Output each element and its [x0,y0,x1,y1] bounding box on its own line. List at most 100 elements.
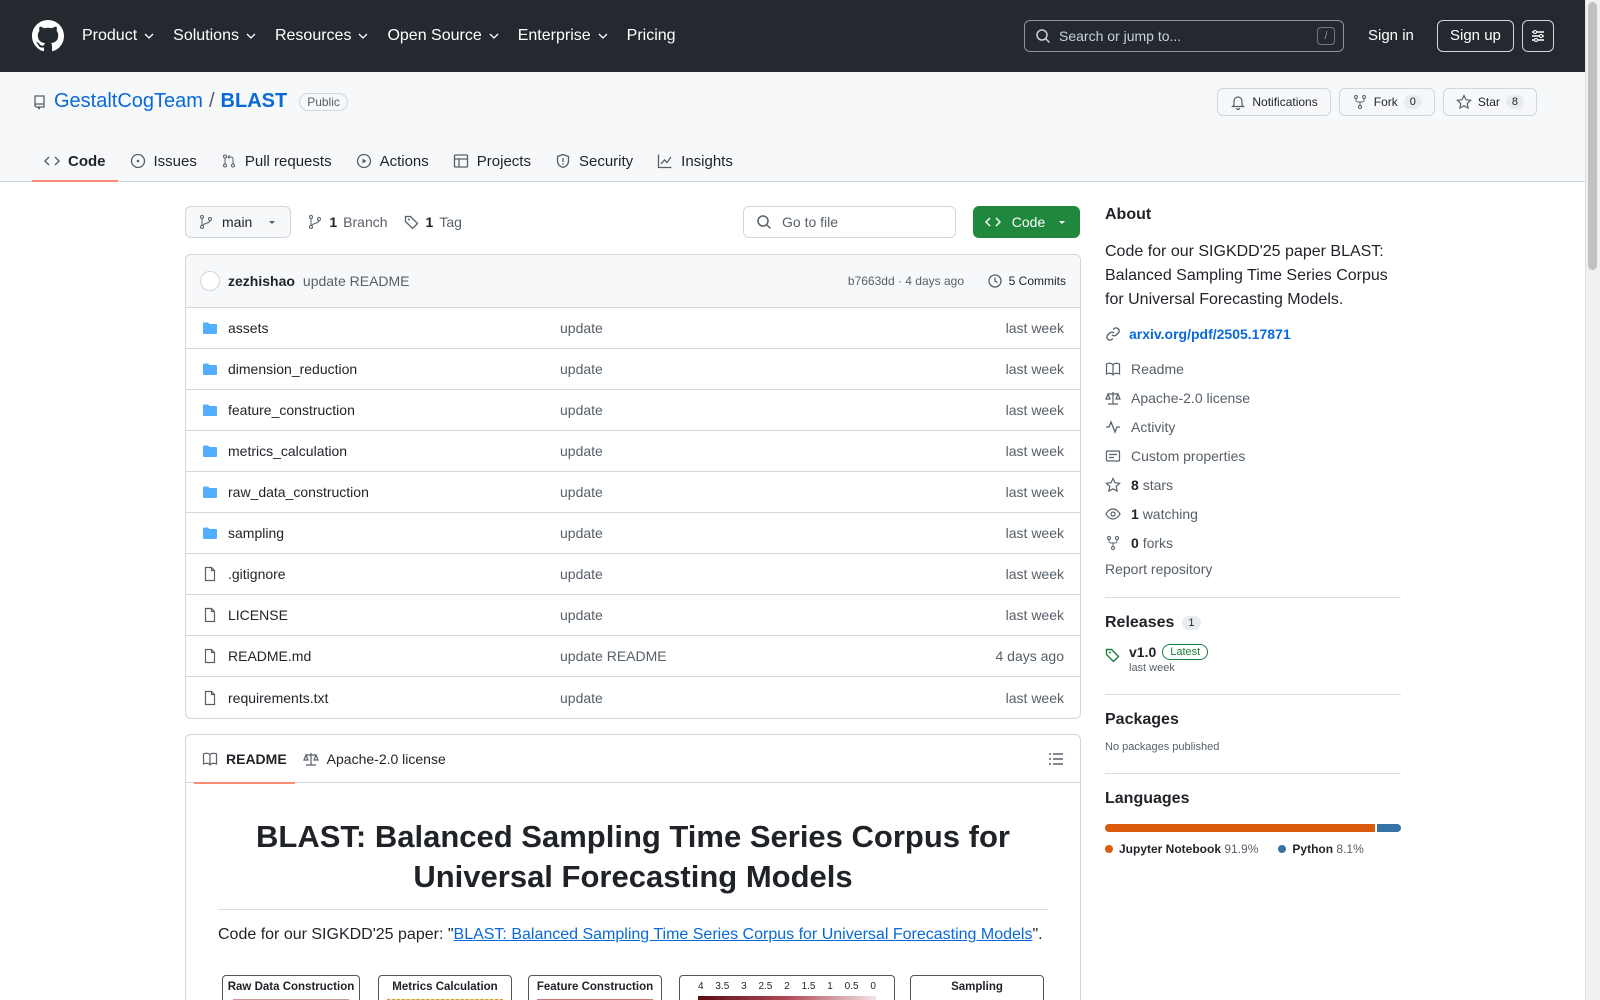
homepage-link[interactable]: arxiv.org/pdf/2505.17871 [1105,326,1401,342]
language-bar-segment[interactable] [1105,824,1376,832]
table-row[interactable]: raw_data_construction update last week [186,472,1080,513]
file-name[interactable]: raw_data_construction [228,484,369,500]
repo-name-link[interactable]: BLAST [221,90,288,113]
table-row[interactable]: sampling update last week [186,513,1080,554]
table-row[interactable]: LICENSE update last week [186,595,1080,636]
tab-security[interactable]: Security [543,140,645,182]
repo-owner-link[interactable]: GestaltCogTeam [54,90,203,113]
scrollbar-thumb[interactable] [1588,2,1597,270]
note-icon [1105,449,1121,462]
sidebar-divider [1105,773,1401,774]
file-name[interactable]: README.md [228,648,311,664]
table-row[interactable]: requirements.txt update last week [186,677,1080,718]
file-commit-message[interactable]: update [560,525,603,541]
commits-link[interactable]: 5 Commits [987,273,1066,289]
star-button[interactable]: Star 8 [1442,88,1537,116]
file-commit-message[interactable]: update [560,443,603,459]
tab-projects[interactable]: Projects [441,140,543,182]
paper-link[interactable]: BLAST: Balanced Sampling Time Series Cor… [454,926,1033,943]
folder-icon [203,527,217,539]
readme-link[interactable]: Readme [1105,354,1401,383]
watching-link[interactable]: 1 watching [1105,499,1401,528]
packages-heading[interactable]: Packages [1105,711,1401,729]
stars-link[interactable]: 8 stars [1105,470,1401,499]
page-scrollbar[interactable] [1585,0,1600,1000]
file-commit-message[interactable]: update [560,607,603,623]
table-row[interactable]: dimension_reduction update last week [186,349,1080,390]
readme-intro-suffix: ". [1032,926,1043,943]
notifications-button[interactable]: Notifications [1217,88,1331,116]
tags-link[interactable]: 1 Tag [404,214,462,230]
tab-actions[interactable]: Actions [344,140,441,182]
about-heading: About [1105,206,1152,223]
file-commit-message[interactable]: update [560,361,603,377]
fork-button[interactable]: Fork 0 [1338,88,1435,116]
scale-tick-label: 0 [870,981,876,992]
tab-readme[interactable]: README [194,735,295,784]
tab-code[interactable]: Code [32,140,118,182]
report-repository-link[interactable]: Report repository [1105,561,1401,577]
nav-open-source[interactable]: Open Source [387,27,499,45]
file-name[interactable]: assets [228,320,268,336]
language-item[interactable]: Python 8.1% [1278,842,1364,856]
avatar[interactable] [200,271,220,291]
sign-in-link[interactable]: Sign in [1368,27,1414,44]
custom-properties-label: Custom properties [1131,447,1246,464]
nav-resources[interactable]: Resources [275,27,369,45]
file-commit-message[interactable]: update [560,566,603,582]
release-item[interactable]: v1.0 Latest last week [1105,644,1401,674]
table-row[interactable]: README.md update README 4 days ago [186,636,1080,677]
tab-insights[interactable]: Insights [645,140,745,182]
stars-text: 8 stars [1131,477,1173,493]
file-commit-message[interactable]: update [560,402,603,418]
nav-product[interactable]: Product [82,27,155,45]
file-name[interactable]: metrics_calculation [228,443,347,459]
sign-up-button[interactable]: Sign up [1437,20,1514,52]
pulse-icon [1106,419,1120,434]
releases-heading[interactable]: Releases 1 [1105,614,1401,632]
license-link[interactable]: Apache-2.0 license [1105,383,1401,412]
activity-link[interactable]: Activity [1105,412,1401,441]
branch-select[interactable]: main [185,206,292,238]
list-icon[interactable] [1048,751,1064,767]
tab-pull-requests[interactable]: Pull requests [209,140,344,182]
file-commit-message[interactable]: update [560,484,603,500]
language-item[interactable]: Jupyter Notebook 91.9% [1105,842,1258,856]
file-commit-message[interactable]: update [560,690,603,706]
commit-hash-age[interactable]: b7663dd · 4 days ago [848,274,964,288]
custom-properties-link[interactable]: Custom properties [1105,441,1401,470]
forks-link[interactable]: 0 forks [1105,528,1401,557]
file-name[interactable]: LICENSE [228,607,288,623]
nav-solutions[interactable]: Solutions [173,27,257,45]
main-column: main 1 Branch 1 Tag Go to file Code zezh… [185,206,1081,1000]
github-logo-icon[interactable] [32,20,64,52]
table-row[interactable]: .gitignore update last week [186,554,1080,595]
latest-badge: Latest [1162,644,1209,660]
code-dropdown-button[interactable]: Code [973,206,1080,238]
branches-link[interactable]: 1 Branch [307,214,388,230]
menu-button[interactable] [1522,20,1554,52]
table-row[interactable]: feature_construction update last week [186,390,1080,431]
search-input[interactable]: Search or jump to... / [1024,20,1344,52]
scale-icon [302,752,319,766]
file-name[interactable]: sampling [228,525,284,541]
nav-enterprise[interactable]: Enterprise [518,27,609,45]
tab-license[interactable]: Apache-2.0 license [295,735,454,783]
tab-issues[interactable]: Issues [118,140,209,182]
commit-author[interactable]: zezhishao [228,273,295,289]
scale-tick-label: 4 [698,981,704,992]
table-row[interactable]: metrics_calculation update last week [186,431,1080,472]
file-name[interactable]: .gitignore [228,566,286,582]
table-row[interactable]: assets update last week [186,308,1080,349]
go-to-file-input[interactable]: Go to file [743,206,956,238]
file-name[interactable]: requirements.txt [228,690,328,706]
tab-readme-label: README [226,750,287,767]
file-commit-message[interactable]: update README [560,648,667,664]
file-name[interactable]: feature_construction [228,402,355,418]
commit-message[interactable]: update README [303,273,410,289]
file-name[interactable]: dimension_reduction [228,361,357,377]
file-commit-message[interactable]: update [560,320,603,336]
repo-icon [34,94,45,109]
language-bar-segment[interactable] [1377,824,1401,832]
nav-pricing[interactable]: Pricing [627,27,676,45]
